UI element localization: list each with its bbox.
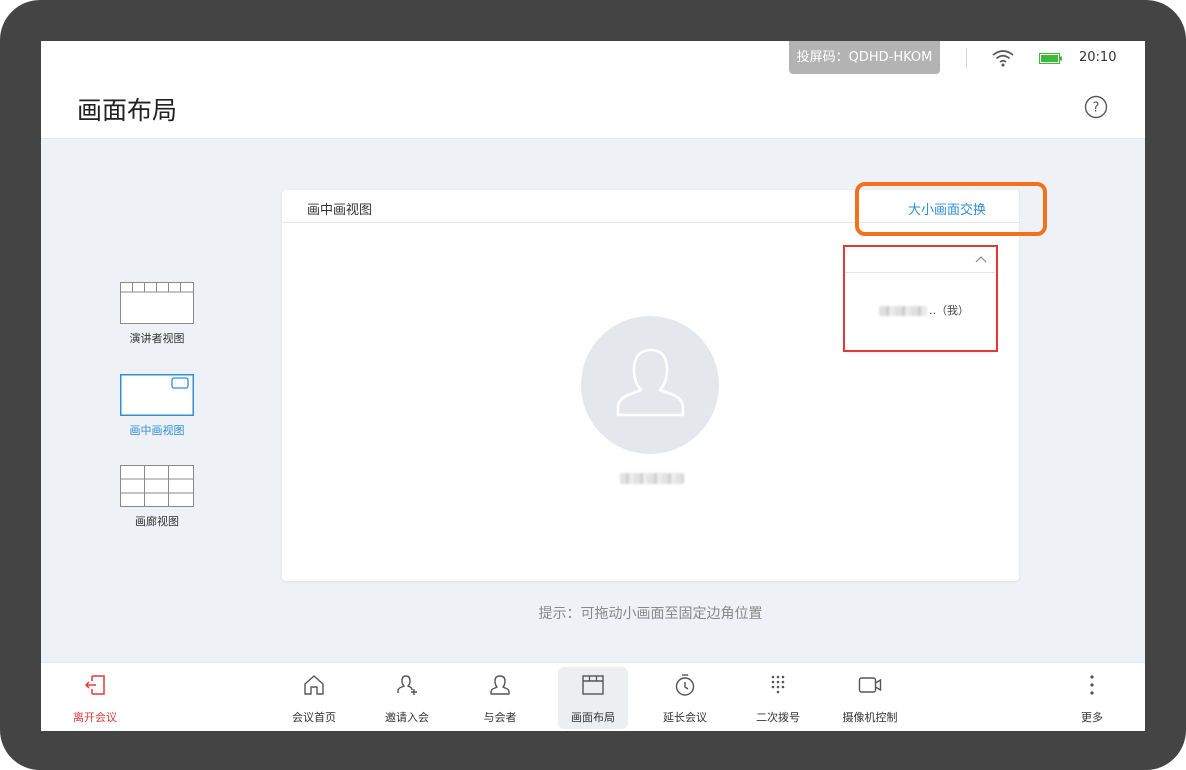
toolbar-label: 二次拨号 [756, 711, 800, 724]
question-circle-icon[interactable]: ? [1084, 95, 1108, 119]
layout-option-speaker[interactable]: 演讲者视图 [117, 282, 197, 346]
layout-label: 画中画视图 [129, 424, 185, 437]
add-person-icon [397, 675, 417, 695]
speaker-view-icon [120, 282, 194, 324]
cast-code-badge: 投屏码：QDHD-HKOM [789, 41, 940, 74]
toolbar-label: 邀请入会 [385, 711, 429, 724]
bottom-toolbar: 离开会议 会议首页 邀请入会 与会者 画面布局 延长会议 二次拨号 摄像机控制 … [41, 662, 1145, 731]
toolbar-label: 延长会议 [663, 711, 707, 724]
timer-icon [675, 674, 695, 696]
leave-label: 离开会议 [73, 711, 117, 724]
gallery-grid-icon [120, 465, 194, 507]
toolbar-layout[interactable]: 画面布局 [558, 667, 628, 729]
toolbar-label: 摄像机控制 [842, 711, 898, 724]
wifi-icon [992, 50, 1014, 67]
clock: 20:10 [1079, 50, 1117, 65]
status-bar: 投屏码：QDHD-HKOM 20:10 [41, 41, 1145, 77]
exit-icon [84, 675, 105, 695]
page-title: 画面布局 [77, 96, 178, 125]
toolbar-label: 与会者 [483, 711, 517, 724]
home-icon [304, 675, 324, 695]
app-screen: 投屏码：QDHD-HKOM 20:10 画面布局 ? 演讲者视图 画中画视图 画… [41, 41, 1145, 731]
person-avatar-icon [616, 348, 685, 417]
leave-meeting-button[interactable]: 离开会议 [60, 663, 130, 731]
participant-name-redacted [620, 473, 684, 484]
toolbar-meeting-home[interactable]: 会议首页 [279, 663, 349, 731]
toolbar-more[interactable]: 更多 [1057, 663, 1127, 731]
layout-icon [582, 675, 604, 695]
toolbar-invite[interactable]: 邀请入会 [372, 663, 442, 731]
toolbar-extend[interactable]: 延长会议 [650, 663, 720, 731]
highlight-pip-window [843, 245, 998, 352]
card-title: 画中画视图 [307, 203, 373, 218]
layout-label: 演讲者视图 [129, 332, 185, 345]
more-vertical-icon [1090, 675, 1094, 695]
layout-option-pip[interactable]: 画中画视图 [117, 374, 197, 438]
toolbar-label: 会议首页 [292, 711, 336, 724]
dialpad-icon [771, 675, 785, 694]
toolbar-dialpad[interactable]: 二次拨号 [743, 663, 813, 731]
svg-text:?: ? [1093, 101, 1100, 116]
layout-option-gallery[interactable]: 画廊视图 [117, 465, 197, 529]
drag-hint: 提示：可拖动小画面至固定边角位置 [538, 606, 763, 622]
page-header: 画面布局 ? [41, 77, 1145, 139]
status-divider [966, 48, 967, 68]
toolbar-camera[interactable]: 摄像机控制 [835, 663, 905, 731]
person-icon [490, 675, 510, 695]
toolbar-label: 更多 [1081, 711, 1103, 724]
toolbar-participants[interactable]: 与会者 [465, 663, 535, 731]
camera-icon [858, 677, 882, 693]
highlight-swap-button [855, 182, 1047, 236]
main-participant-avatar [581, 316, 719, 454]
layout-label: 画廊视图 [135, 515, 179, 528]
battery-icon [1039, 53, 1062, 64]
picture-in-picture-icon [120, 374, 194, 416]
toolbar-label: 画面布局 [571, 711, 615, 724]
